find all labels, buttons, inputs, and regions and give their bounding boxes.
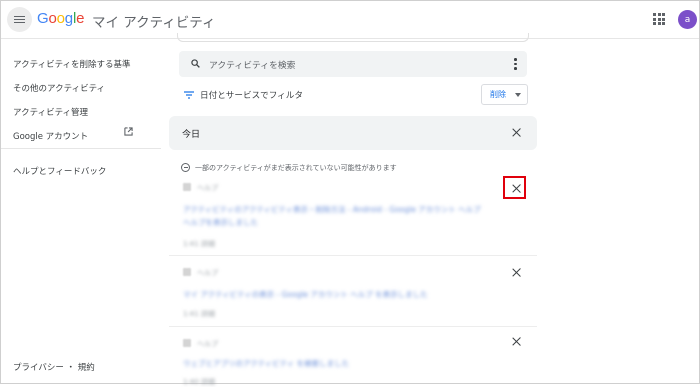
- help-service-icon: [183, 268, 191, 276]
- entry-link[interactable]: ウェブとアプリのアクティビティ を検索しました: [183, 358, 349, 369]
- account-avatar[interactable]: a: [678, 10, 697, 29]
- previous-card-edge: [177, 33, 529, 42]
- delete-entry-close-icon[interactable]: [512, 268, 521, 277]
- app-title: マイ アクティビティ: [92, 15, 216, 31]
- filter-icon[interactable]: [184, 91, 194, 99]
- main-menu-button[interactable]: [7, 7, 32, 32]
- entry-service-label: ヘルプ: [197, 269, 218, 277]
- privacy-terms-link[interactable]: プライバシー ・ 規約: [13, 361, 95, 373]
- entry-divider: [169, 255, 537, 256]
- help-service-icon: [183, 183, 191, 191]
- delete-entry-close-icon[interactable]: [512, 337, 521, 346]
- delete-button[interactable]: 削除: [481, 84, 528, 105]
- sidebar-item-delete-criteria[interactable]: アクティビティを削除する基準: [13, 58, 131, 70]
- today-label: 今日: [182, 130, 201, 140]
- delete-today-close-icon[interactable]: [512, 128, 521, 137]
- search-bar[interactable]: アクティビティを検索: [179, 51, 527, 77]
- main-content: アクティビティを検索 日付とサービスでフィルタ 削除 今日 一部のアクティビティ…: [169, 33, 539, 386]
- open-in-new-icon: [124, 127, 133, 136]
- filter-by-date-and-service[interactable]: 日付とサービスでフィルタ: [200, 89, 303, 101]
- highlight-frame: [503, 176, 526, 199]
- sidebar-item-other-activity[interactable]: その他のアクティビティ: [13, 82, 105, 94]
- google-apps-icon[interactable]: [653, 13, 665, 25]
- entry-time[interactable]: 1:41 詳細: [183, 309, 215, 319]
- sidebar-divider: [1, 148, 161, 149]
- more-options-icon[interactable]: [514, 58, 517, 70]
- entry-time[interactable]: 1:41 詳細: [183, 239, 215, 249]
- entry-time[interactable]: 1:40 詳細: [183, 377, 215, 387]
- hamburger-icon: [14, 15, 25, 24]
- search-icon: [191, 59, 200, 68]
- sidebar: アクティビティを削除する基準 その他のアクティビティ アクティビティ管理 Goo…: [1, 39, 161, 383]
- sidebar-item-google-account[interactable]: Google アカウント: [13, 130, 88, 142]
- sidebar-item-activity-controls[interactable]: アクティビティ管理: [13, 106, 88, 118]
- entry-link[interactable]: マイ アクティビティの表示 - Google アカウント ヘルプ を表示しました: [183, 289, 428, 300]
- entry-service-label: ヘルプ: [197, 340, 218, 348]
- sidebar-item-help-feedback[interactable]: ヘルプとフィードバック: [13, 165, 106, 177]
- search-input[interactable]: アクティビティを検索: [209, 58, 295, 71]
- entry-service-label: ヘルプ: [197, 184, 218, 192]
- entry-divider: [169, 326, 537, 327]
- minus-circle-icon: [181, 163, 190, 172]
- entry-link[interactable]: アクティビティのアクティビティ表示・削除方法 - Android - Googl…: [183, 204, 481, 215]
- delete-button-label: 削除: [490, 90, 506, 99]
- help-service-icon: [183, 339, 191, 347]
- pending-activity-notice: 一部のアクティビティがまだ表示されていない可能性があります: [195, 164, 397, 172]
- google-logo[interactable]: Google: [37, 10, 84, 27]
- today-header-card: 今日: [169, 116, 537, 150]
- chevron-down-icon: [515, 93, 521, 97]
- entry-link-continued[interactable]: ヘルプを表示しました: [183, 217, 258, 228]
